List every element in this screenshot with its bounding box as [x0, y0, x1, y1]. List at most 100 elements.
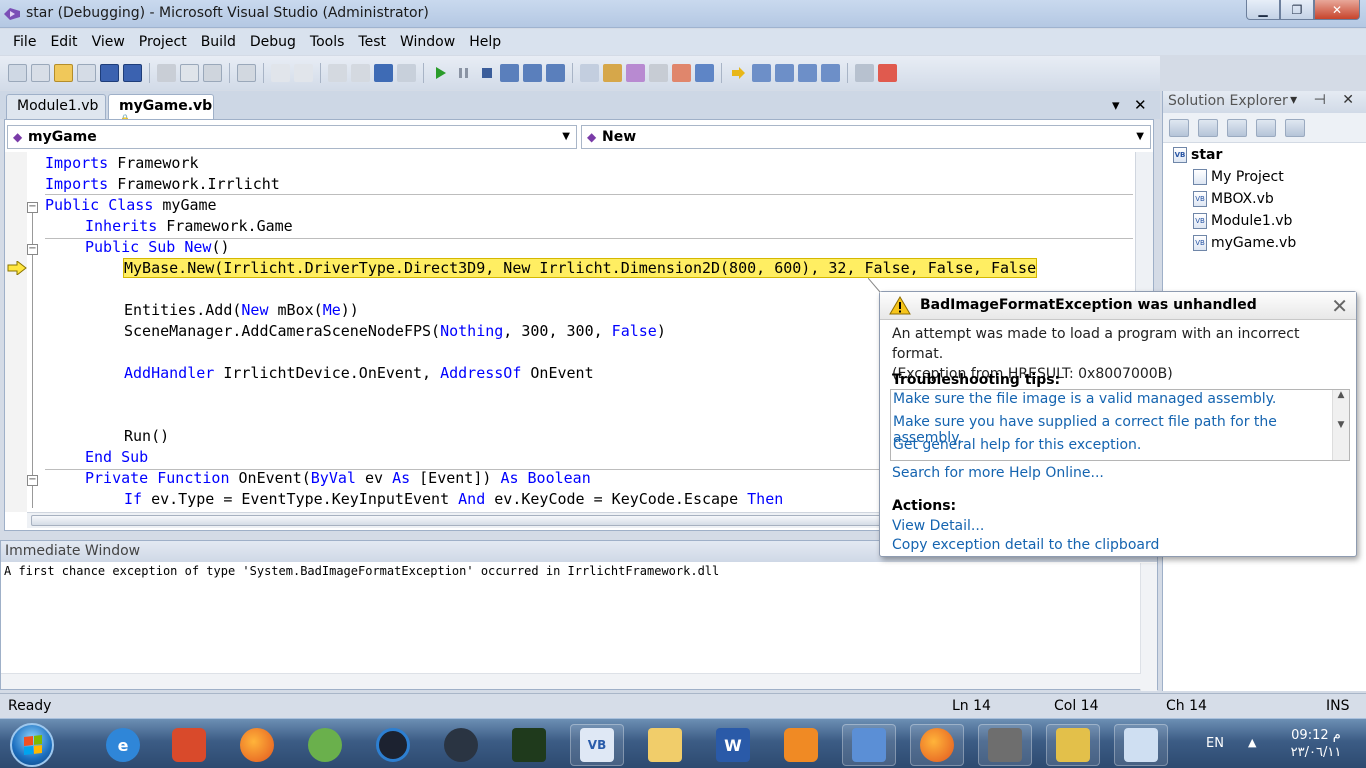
menu-debug[interactable]: Debug	[243, 34, 303, 50]
menu-tools[interactable]: Tools	[303, 34, 352, 50]
firefox-taskbar[interactable]	[230, 724, 284, 766]
step-out-icon[interactable]	[546, 64, 565, 82]
ccleaner-taskbar[interactable]	[162, 724, 216, 766]
class-name-combo[interactable]: ◆ myGame ▼	[7, 125, 577, 149]
tab-module1[interactable]: Module1.vb	[6, 94, 106, 119]
method-name-combo[interactable]: ◆ New ▼	[581, 125, 1151, 149]
close-icon[interactable]: ✕	[1331, 294, 1348, 318]
tip-link[interactable]: Get general help for this exception.	[893, 437, 1141, 453]
window-taskbar[interactable]	[1114, 724, 1168, 766]
undo-icon[interactable]	[328, 64, 347, 82]
menu-file[interactable]: File	[6, 34, 43, 50]
media-player-taskbar[interactable]	[774, 724, 828, 766]
command-window-icon[interactable]	[695, 64, 714, 82]
menu-view[interactable]: View	[85, 34, 132, 50]
step-into-icon[interactable]	[500, 64, 519, 82]
show-hidden-icons[interactable]: ▲	[1248, 736, 1256, 749]
open-file-icon[interactable]	[54, 64, 73, 82]
firefox-window-taskbar[interactable]	[910, 724, 964, 766]
collapse-class-icon[interactable]: −	[27, 202, 38, 213]
tree-root-project[interactable]: VB star	[1173, 147, 1222, 163]
tree-item-mbox[interactable]: VB MBOX.vb	[1193, 191, 1274, 207]
breakpoints-icon[interactable]	[775, 64, 794, 82]
refresh-icon[interactable]	[1227, 118, 1247, 137]
word-taskbar[interactable]: W	[706, 724, 760, 766]
counter-strike-taskbar[interactable]	[978, 724, 1032, 766]
properties-icon[interactable]	[1169, 118, 1189, 137]
navigate-forward-icon[interactable]	[397, 64, 416, 82]
tree-item-module1[interactable]: VB Module1.vb	[1193, 213, 1292, 229]
menu-build[interactable]: Build	[194, 34, 243, 50]
view-code-icon[interactable]	[1256, 118, 1276, 137]
watch-icon[interactable]	[821, 64, 840, 82]
add-existing-icon[interactable]	[77, 64, 96, 82]
start-button[interactable]	[10, 723, 54, 767]
tab-mygame[interactable]: myGame.vb🔒	[108, 94, 214, 123]
clock[interactable]: 09:12 م ٢٣/٠٦/١١	[1276, 727, 1356, 761]
cut-icon[interactable]	[157, 64, 176, 82]
visual-basic-taskbar[interactable]: VB	[570, 724, 624, 766]
copy-exception-detail-link[interactable]: Copy exception detail to the clipboard	[892, 537, 1159, 553]
show-all-files-icon[interactable]	[1198, 118, 1218, 137]
breakpoint-gutter[interactable]	[5, 152, 27, 512]
menu-edit[interactable]: Edit	[43, 34, 84, 50]
tab-list-dropdown[interactable]: ▾	[1112, 96, 1120, 114]
locals-icon[interactable]	[798, 64, 817, 82]
menu-test[interactable]: Test	[351, 34, 393, 50]
immediate-horizontal-scrollbar[interactable]	[1, 673, 1141, 689]
scroll-thumb[interactable]	[31, 515, 921, 526]
close-window-button[interactable]: ✕	[1314, 0, 1360, 20]
immediate-vertical-scrollbar[interactable]	[1140, 563, 1157, 691]
tree-item-my-project[interactable]: My Project	[1193, 169, 1284, 185]
show-next-statement-icon[interactable]	[729, 64, 748, 82]
object-browser-icon[interactable]	[626, 64, 645, 82]
class-diagram-icon[interactable]	[1285, 118, 1305, 137]
minimize-button[interactable]: ▁	[1246, 0, 1280, 20]
save-icon[interactable]	[100, 64, 119, 82]
output-window-icon[interactable]	[878, 64, 897, 82]
view-detail-link[interactable]: View Detail...	[892, 518, 984, 534]
immediate-output[interactable]: A first chance exception of type 'System…	[1, 562, 1157, 580]
add-item-icon[interactable]	[31, 64, 50, 82]
attach-process-icon[interactable]	[855, 64, 874, 82]
tree-item-mygame[interactable]: VB myGame.vb	[1193, 235, 1296, 251]
find-icon[interactable]	[237, 64, 256, 82]
steam-taskbar[interactable]	[434, 724, 488, 766]
menu-project[interactable]: Project	[132, 34, 194, 50]
language-indicator[interactable]: EN	[1206, 736, 1224, 751]
visual-studio-taskbar[interactable]	[1046, 724, 1100, 766]
menu-help[interactable]: Help	[462, 34, 508, 50]
panel-controls[interactable]: ▾ ⊣ ✕	[1290, 92, 1360, 108]
uncomment-icon[interactable]	[294, 64, 313, 82]
navigate-back-icon[interactable]	[374, 64, 393, 82]
collapse-function-icon[interactable]: −	[27, 475, 38, 486]
properties-icon[interactable]	[603, 64, 622, 82]
menu-window[interactable]: Window	[393, 34, 462, 50]
pause-icon[interactable]	[454, 64, 473, 82]
explorer-taskbar[interactable]	[638, 724, 692, 766]
find-in-files-icon[interactable]	[580, 64, 599, 82]
network-app-taskbar[interactable]	[366, 724, 420, 766]
tips-scrollbar[interactable]: ▲ ▼	[1332, 390, 1349, 460]
messenger-taskbar[interactable]	[298, 724, 352, 766]
close-tab-button[interactable]: ✕	[1134, 96, 1147, 114]
search-help-online-link[interactable]: Search for more Help Online...	[892, 465, 1104, 481]
hex-display-icon[interactable]	[752, 64, 771, 82]
redo-icon[interactable]	[351, 64, 370, 82]
paste-icon[interactable]	[203, 64, 222, 82]
toolbox-icon[interactable]	[649, 64, 668, 82]
remote-app-taskbar[interactable]	[842, 724, 896, 766]
collapse-method-icon[interactable]: −	[27, 244, 38, 255]
error-list-icon[interactable]	[672, 64, 691, 82]
step-over-icon[interactable]	[523, 64, 542, 82]
tip-link[interactable]: Make sure the file image is a valid mana…	[893, 391, 1276, 407]
maximize-button[interactable]: ❐	[1280, 0, 1314, 20]
immediate-window[interactable]: Immediate Window A first chance exceptio…	[0, 540, 1158, 691]
save-all-icon[interactable]	[123, 64, 142, 82]
copy-icon[interactable]	[180, 64, 199, 82]
game-taskbar[interactable]	[502, 724, 556, 766]
stop-icon[interactable]	[477, 64, 496, 82]
new-project-icon[interactable]	[8, 64, 27, 82]
comment-icon[interactable]	[271, 64, 290, 82]
internet-explorer-taskbar[interactable]: e	[96, 724, 150, 766]
